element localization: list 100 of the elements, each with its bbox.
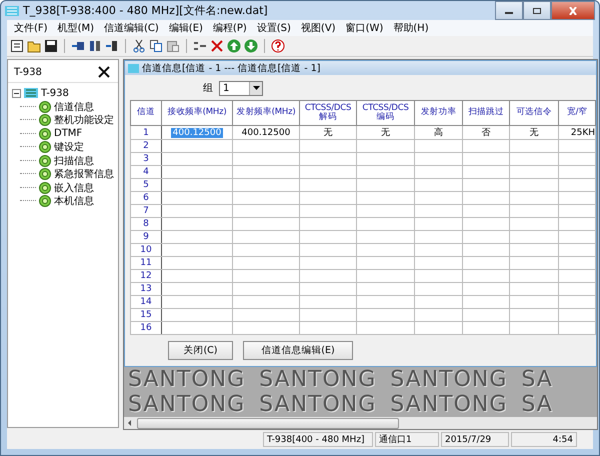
status-field: 2015/7/29 xyxy=(441,432,509,447)
table-cell: 2 xyxy=(130,140,162,152)
close-button[interactable] xyxy=(551,1,595,20)
app-icon xyxy=(5,4,19,16)
close-icon xyxy=(568,6,578,14)
tree-item[interactable]: 嵌入信息 xyxy=(54,180,94,195)
menu-item[interactable]: 编辑(E) xyxy=(164,21,208,35)
table-cell: 400.12500 xyxy=(232,126,300,140)
save-icon[interactable] xyxy=(44,39,58,53)
node-icon xyxy=(39,141,51,154)
table-cell: 400.12500 xyxy=(162,126,232,140)
menu-item[interactable]: 编程(P) xyxy=(208,21,252,35)
column-header: 发射功率 xyxy=(414,100,462,126)
status-field: 4:54 xyxy=(511,432,577,447)
horizontal-scrollbar[interactable] xyxy=(124,417,597,429)
window-icon xyxy=(128,64,139,72)
node-icon xyxy=(39,114,51,126)
copy-icon[interactable] xyxy=(149,39,163,53)
table-cell: 否 xyxy=(462,126,510,140)
computer-arrow-icon[interactable] xyxy=(71,39,85,53)
column-header: CTCSS/DCS 编码 xyxy=(356,100,414,126)
down-arrow-icon[interactable] xyxy=(244,39,258,53)
menu-item[interactable]: 信道编辑(C) xyxy=(99,21,164,35)
table-cell: 13 xyxy=(130,282,162,296)
panel-title: T-938 xyxy=(14,66,42,78)
table-cell: 1 xyxy=(130,126,162,140)
tree-item[interactable]: 本机信息 xyxy=(54,194,94,208)
tree-item[interactable]: 整机功能设定 xyxy=(54,113,114,128)
table-cell: 15 xyxy=(130,308,162,322)
menu-item[interactable]: 机型(M) xyxy=(52,21,99,35)
node-icon xyxy=(39,168,51,180)
up-arrow-icon[interactable] xyxy=(227,39,241,53)
column-header: CTCSS/DCS 解码 xyxy=(300,100,356,126)
menu-item[interactable]: 帮助(H) xyxy=(388,21,434,35)
table-cell: 无 xyxy=(510,126,558,140)
column-header: 接收频率(MHz) xyxy=(162,100,232,126)
table-cell: 3 xyxy=(130,152,162,166)
delete-icon[interactable] xyxy=(210,39,224,53)
table-cell: 25KH xyxy=(558,126,596,140)
table-cell: 4 xyxy=(130,166,162,178)
background-logo-text: SANTONG xyxy=(128,392,246,417)
status-field: 通信口1 xyxy=(375,432,439,447)
collapse-icon[interactable] xyxy=(12,88,21,98)
menu-item[interactable]: 视图(V) xyxy=(296,21,341,35)
node-icon xyxy=(39,154,51,167)
window-icon[interactable] xyxy=(10,39,24,53)
table-cell: 6 xyxy=(130,192,162,204)
node-icon xyxy=(39,100,51,113)
dialog-button[interactable]: 关闭(C) xyxy=(168,341,233,360)
column-header: 发射频率(MHz) xyxy=(232,100,300,126)
maximize-icon xyxy=(532,6,542,14)
tree-item[interactable]: 键设定 xyxy=(54,140,84,154)
minimize-button[interactable] xyxy=(495,1,523,20)
cut-icon[interactable] xyxy=(132,39,146,53)
table-cell: 5 xyxy=(130,178,162,192)
tree-item[interactable]: T-938 xyxy=(41,88,69,98)
menu-item[interactable]: 窗口(W) xyxy=(340,21,388,35)
table-cell: 8 xyxy=(130,218,162,230)
background-logo-text: SANTONG xyxy=(128,367,246,392)
help-icon[interactable] xyxy=(271,39,285,53)
background-logo-text: SANTONG xyxy=(390,367,508,392)
column-header: 扫描跳过 xyxy=(462,100,510,126)
child-window-title: 信道信息[信道 - 1 --- 信道信息[信道 - 1] xyxy=(142,62,320,74)
group-label: 组 xyxy=(203,82,213,95)
table-cell: 7 xyxy=(130,204,162,218)
list-icon[interactable] xyxy=(193,39,207,53)
node-icon xyxy=(39,128,51,140)
background-logo-text: SANTONG xyxy=(390,392,508,417)
background-logo-text: SA xyxy=(521,392,553,417)
table-cell: 16 xyxy=(130,322,162,334)
menu-item[interactable]: 文件(F) xyxy=(9,21,53,35)
group-dropdown[interactable]: 1 xyxy=(219,80,263,96)
column-header: 信道 xyxy=(130,100,162,126)
tree-item[interactable]: 信道信息 xyxy=(54,100,94,114)
window-title: T_938[T-938:400 - 480 MHz][文件名:new.dat] xyxy=(23,3,269,18)
node-icon xyxy=(39,182,51,194)
column-header: 可选信令 xyxy=(510,100,558,126)
caret-icon xyxy=(252,86,260,90)
maximize-button[interactable] xyxy=(523,1,551,20)
tree-item[interactable]: 紧急报警信息 xyxy=(54,167,114,182)
table-cell: 11 xyxy=(130,256,162,270)
paste-icon[interactable] xyxy=(166,39,180,53)
table-cell: 12 xyxy=(130,270,162,282)
table-cell: 高 xyxy=(414,126,462,140)
background-logo-text: SANTONG xyxy=(259,392,376,417)
status-field: T-938[400 - 480 MHz] xyxy=(263,432,373,447)
table-cell: 9 xyxy=(130,230,162,244)
scroll-left-icon[interactable] xyxy=(126,419,134,427)
folder-icon[interactable] xyxy=(27,39,41,53)
background-logo-text: SA xyxy=(521,367,553,392)
close-icon[interactable] xyxy=(98,66,110,78)
menu-item[interactable]: 设置(S) xyxy=(252,21,296,35)
node-icon xyxy=(39,195,51,208)
tree-item[interactable]: DTMF xyxy=(54,128,82,140)
table-cell: 无 xyxy=(300,126,356,140)
dialog-button[interactable]: 信道信息编辑(E) xyxy=(243,341,353,360)
table-cell: 10 xyxy=(130,244,162,256)
tree-item[interactable]: 扫描信息 xyxy=(54,154,94,168)
table-cell: 无 xyxy=(356,126,414,140)
column-header: 宽/窄 xyxy=(558,100,596,126)
